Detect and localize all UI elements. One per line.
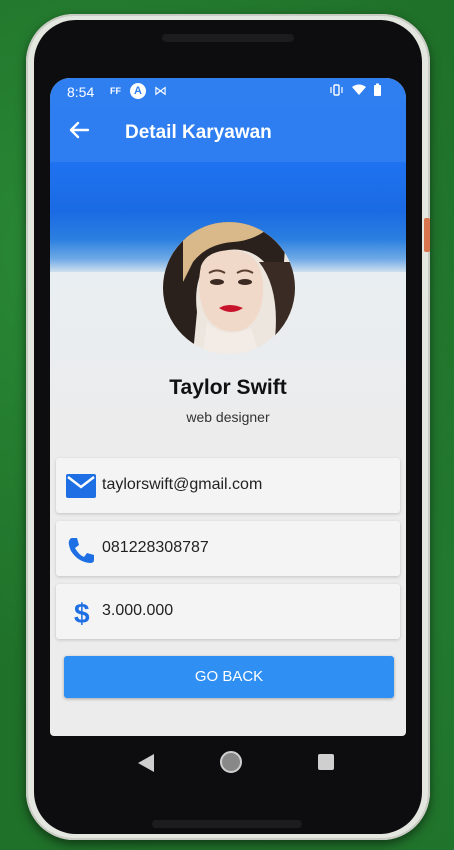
notification-a-icon: A xyxy=(130,83,146,99)
status-icons xyxy=(330,83,390,100)
phone-card[interactable]: 081228308787 xyxy=(56,521,400,576)
avatar xyxy=(163,222,295,354)
email-card[interactable]: taylorswift@gmail.com xyxy=(56,458,400,513)
status-bar: 8:54 FF A ⋈ xyxy=(50,78,406,106)
nav-back-icon[interactable] xyxy=(138,754,154,772)
power-button[interactable] xyxy=(424,218,430,252)
notification-ff-icon: FF xyxy=(110,86,121,96)
salary-card[interactable]: $ 3.000.000 xyxy=(56,584,400,639)
app-bar: Detail Karyawan xyxy=(50,106,406,162)
phone-value: 081228308787 xyxy=(102,539,209,556)
bottom-speaker xyxy=(152,820,302,828)
nav-recents-icon[interactable] xyxy=(318,754,334,770)
system-nav-bar xyxy=(50,736,406,792)
status-time: 8:54 xyxy=(67,84,95,100)
dollar-icon: $ xyxy=(66,598,96,629)
go-back-button[interactable]: GO BACK xyxy=(64,656,394,698)
nav-home-icon[interactable] xyxy=(220,751,242,773)
vibrate-wifi-battery-icon xyxy=(330,83,381,96)
employee-name: Taylor Swift xyxy=(169,376,287,399)
top-speaker xyxy=(162,34,294,42)
page-title: Detail Karyawan xyxy=(125,122,272,143)
svg-text:$: $ xyxy=(74,598,90,628)
mail-icon xyxy=(66,472,96,500)
employee-job-title: web designer xyxy=(186,409,270,425)
phone-bezel: 8:54 FF A ⋈ Detail Karyawan Taylor Swift… xyxy=(34,20,422,834)
app-screen: 8:54 FF A ⋈ Detail Karyawan Taylor Swift… xyxy=(50,78,406,736)
phone-icon xyxy=(66,535,96,563)
notification-m-icon: ⋈ xyxy=(154,83,167,98)
arrow-left-icon[interactable] xyxy=(68,119,90,148)
phone-device: 8:54 FF A ⋈ Detail Karyawan Taylor Swift… xyxy=(26,14,430,840)
email-value: taylorswift@gmail.com xyxy=(102,476,263,493)
salary-value: 3.000.000 xyxy=(102,602,174,619)
